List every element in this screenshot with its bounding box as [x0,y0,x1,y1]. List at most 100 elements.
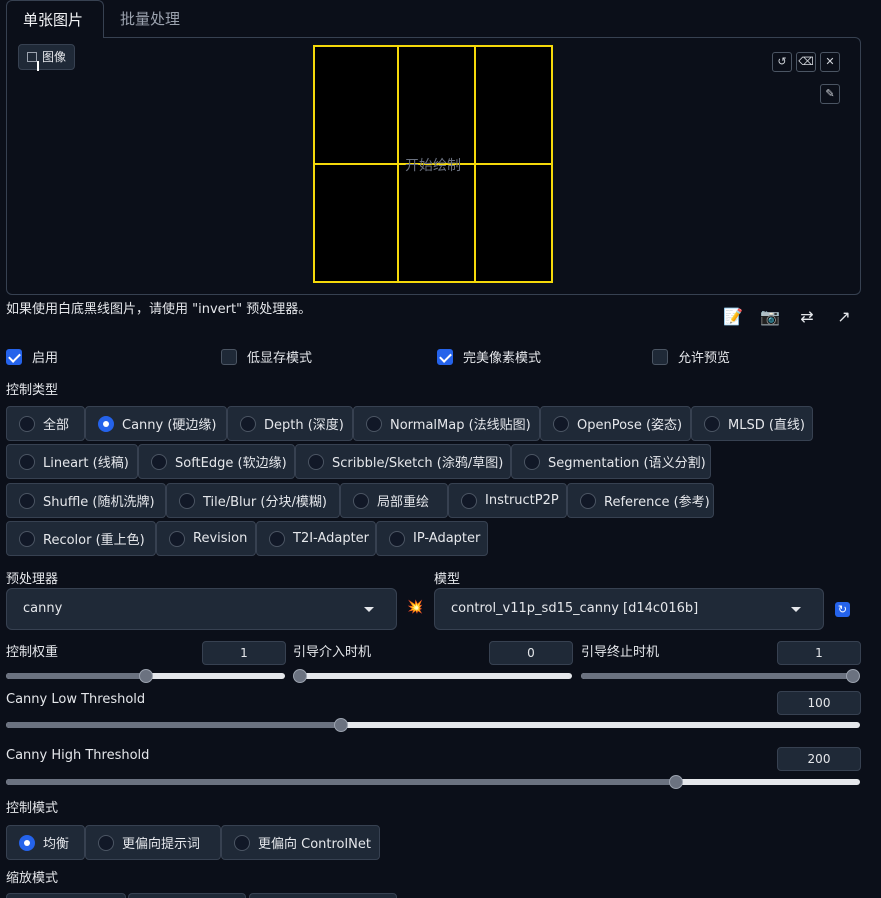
radio-label: Segmentation (语义分割) [548,456,706,471]
allow-preview-checkbox[interactable]: 允许预览 [652,347,730,366]
radio-label: 全部 [43,418,70,433]
resize-mode-label: 缩放模式 [6,871,59,886]
tab-batch[interactable]: 批量处理 [104,0,196,38]
radio-dot[interactable] [240,415,256,432]
control-mode-option[interactable]: 更偏向提示词 [85,825,221,860]
radio-dot[interactable] [169,530,185,547]
radio-dot[interactable] [580,492,596,509]
checkbox-box[interactable] [6,348,22,365]
control-type-option[interactable]: SoftEdge (软边缘) [138,444,295,479]
control-type-option[interactable]: Tile/Blur (分块/模糊) [166,483,340,518]
checkbox-label: 低显存模式 [247,351,313,366]
control-type-option[interactable]: Segmentation (语义分割) [511,444,711,479]
send-up-icon[interactable]: ↗ [833,306,855,328]
slider-thumb[interactable] [668,775,683,789]
canny-high-slider[interactable] [6,775,860,789]
image-icon [27,52,37,62]
control-type-option[interactable]: Recolor (重上色) [6,521,156,556]
radio-dot[interactable] [98,834,114,851]
radio-label: Scribble/Sketch (涂鸦/草图) [332,456,504,471]
brush-icon[interactable]: ✎ [820,84,840,104]
radio-dot[interactable] [553,415,569,432]
control-type-option[interactable]: NormalMap (法线贴图) [353,406,540,441]
radio-label: 局部重绘 [377,495,430,510]
canny-low-slider[interactable] [6,718,860,732]
radio-dot[interactable] [179,492,195,509]
radio-dot[interactable] [461,492,477,509]
radio-label: 均衡 [43,837,70,852]
radio-dot[interactable] [19,530,35,547]
slider-fill [581,673,853,679]
guidance-start-input[interactable]: 0 [489,641,573,665]
slider-thumb[interactable] [333,718,348,732]
drawing-canvas[interactable]: 开始绘制 [313,45,553,283]
guidance-start-slider[interactable] [293,669,572,683]
notepad-icon[interactable]: 📝 [722,306,744,328]
control-type-option[interactable]: T2I-Adapter [256,521,376,556]
control-weight-input[interactable]: 1 [202,641,286,665]
radio-dot[interactable] [389,530,405,547]
resize-mode-option[interactable] [128,893,246,898]
camera-icon[interactable]: 📷 [759,306,781,328]
radio-dot[interactable] [19,453,35,470]
radio-dot[interactable] [98,415,114,432]
control-type-option[interactable]: Lineart (线稿) [6,444,138,479]
resize-mode-option[interactable] [6,893,126,898]
eraser-icon[interactable]: ⌫ [796,52,816,72]
control-weight-slider[interactable] [6,669,285,683]
radio-dot[interactable] [704,415,720,432]
control-type-option[interactable]: Depth (深度) [227,406,353,441]
checkbox-box[interactable] [437,348,453,365]
canny-high-input[interactable]: 200 [777,747,861,771]
tab-single-image[interactable]: 单张图片 [6,0,104,38]
undo-icon[interactable]: ↺ [772,52,792,72]
control-type-option[interactable]: InstructP2P [448,483,567,518]
radio-dot[interactable] [269,530,285,547]
refresh-icon[interactable]: ↻ [835,602,850,617]
close-icon[interactable]: ✕ [820,52,840,72]
radio-dot[interactable] [524,453,540,470]
model-select[interactable]: control_v11p_sd15_canny [d14c016b] [434,588,824,630]
checkbox-box[interactable] [221,348,237,365]
control-type-option[interactable]: MLSD (直线) [691,406,813,441]
slider-thumb[interactable] [293,669,307,683]
control-type-option[interactable]: OpenPose (姿态) [540,406,691,441]
slider-thumb[interactable] [138,669,153,683]
radio-dot[interactable] [19,415,35,432]
radio-dot[interactable] [234,834,250,851]
control-type-option[interactable]: Shuffle (随机洗牌) [6,483,166,518]
run-preprocessor-icon[interactable]: 💥 [407,600,423,616]
chevron-down-icon [364,607,374,612]
radio-dot[interactable] [151,453,167,470]
checkbox-label: 启用 [32,351,59,366]
chevron-down-icon [791,607,801,612]
control-type-option[interactable]: Reference (参考) [567,483,714,518]
control-type-option[interactable]: 局部重绘 [340,483,448,518]
checkbox-box[interactable] [652,348,668,365]
image-badge-label: 图像 [42,50,67,64]
radio-dot[interactable] [353,492,369,509]
radio-dot[interactable] [19,834,35,851]
control-type-option[interactable]: Canny (硬边缘) [85,406,227,441]
canny-low-input[interactable]: 100 [777,691,861,715]
control-mode-option[interactable]: 均衡 [6,825,85,860]
preprocessor-select[interactable]: canny [6,588,397,630]
control-mode-option[interactable]: 更偏向 ControlNet [221,825,380,860]
radio-dot[interactable] [308,453,324,470]
radio-dot[interactable] [366,415,382,432]
guidance-end-input[interactable]: 1 [777,641,861,665]
radio-label: OpenPose (姿态) [577,418,683,433]
resize-mode-option[interactable] [249,893,397,898]
control-type-option[interactable]: Revision [156,521,256,556]
low-vram-checkbox[interactable]: 低显存模式 [221,347,312,366]
radio-label: Lineart (线稿) [43,456,129,471]
guidance-end-slider[interactable] [581,669,860,683]
slider-thumb[interactable] [846,669,860,683]
enable-checkbox[interactable]: 启用 [6,347,58,366]
control-type-option[interactable]: IP-Adapter [376,521,488,556]
control-type-option[interactable]: 全部 [6,406,85,441]
radio-dot[interactable] [19,492,35,509]
pixel-perfect-checkbox[interactable]: 完美像素模式 [437,347,541,366]
control-type-option[interactable]: Scribble/Sketch (涂鸦/草图) [295,444,511,479]
swap-icon[interactable]: ⇄ [796,306,818,328]
